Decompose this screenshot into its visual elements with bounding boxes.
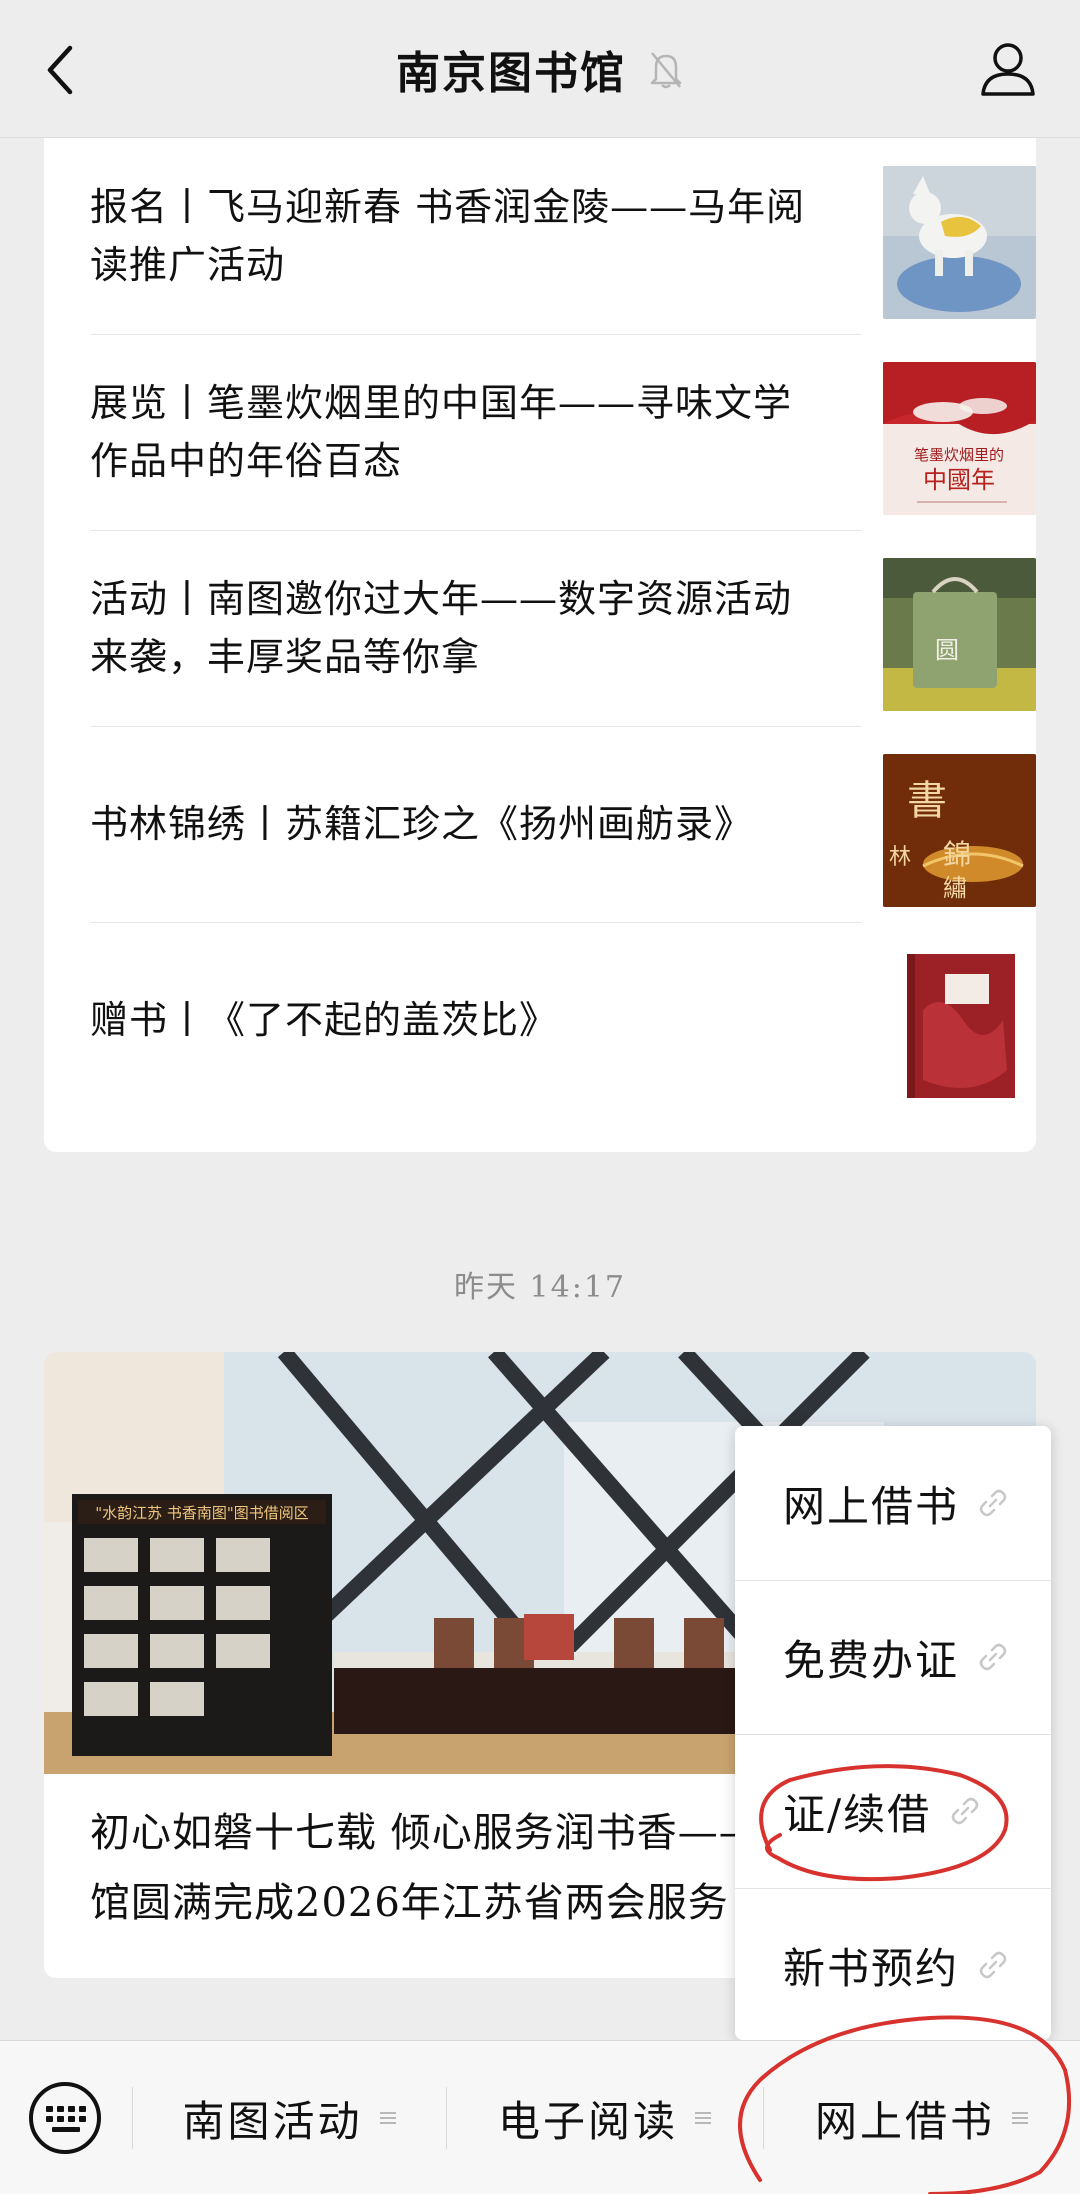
header-bar: 南京图书馆 xyxy=(0,0,1080,138)
menu-tab-online-borrow[interactable]: 网上借书 xyxy=(764,2041,1080,2194)
back-arrow-icon xyxy=(47,45,73,95)
thumb-caption-d: 繡 xyxy=(943,874,967,902)
article-item[interactable]: 赠书丨《了不起的盖茨比》 xyxy=(90,922,1036,1118)
profile-icon xyxy=(981,43,1035,96)
article-title: 赠书丨《了不起的盖茨比》 xyxy=(90,998,559,1042)
article-thumbnail: 書 錦 林 繡 xyxy=(883,754,1036,907)
article-item[interactable]: 报名丨飞马迎新春 书香润金陵——马年阅读推广活动 xyxy=(90,138,1036,334)
bottom-menu-bar: 南图活动 电子阅读 网上借书 xyxy=(0,2040,1080,2194)
menu-tab-label: 南图活动 xyxy=(182,2096,363,2146)
thumb-caption-main: 中國年 xyxy=(923,466,995,494)
news-image-banner: "水韵江苏 书香南图"图书借阅区 xyxy=(95,1504,309,1522)
article-thumbnail: 圆 xyxy=(883,558,1036,711)
thumb-caption-c: 林 xyxy=(889,845,911,870)
chat-page: 南京图书馆 报名丨飞马迎新春 书香润金陵——马年阅读推广活动 展览丨笔墨炊烟里的… xyxy=(0,0,1080,2194)
link-icon xyxy=(979,1951,1007,1979)
submenu-item-label: 新书预约 xyxy=(783,1943,960,1993)
link-icon xyxy=(951,1797,979,1825)
article-item[interactable]: 活动丨南图邀你过大年——数字资源活动来袭，丰厚奖品等你拿 圆 xyxy=(90,530,1036,726)
link-icon xyxy=(979,1489,1007,1517)
menu-tab-ereading[interactable]: 电子阅读 xyxy=(447,2041,763,2194)
menu-lines-icon xyxy=(379,2112,396,2124)
menu-tab-label: 电子阅读 xyxy=(497,2096,678,2146)
submenu-popup: 网上借书 免费办证 证/续借 新书预约 xyxy=(735,1426,1051,2040)
thumb-caption: 圆 xyxy=(935,636,959,664)
profile-button[interactable] xyxy=(978,38,1038,100)
article-title: 书林锦绣丨苏籍汇珍之《扬州画舫录》 xyxy=(90,802,754,846)
bell-muted-icon xyxy=(650,51,682,88)
article-thumbnail xyxy=(883,166,1036,319)
article-title: 报名丨飞马迎新春 书香润金陵——马年阅读推广活动 xyxy=(90,185,806,287)
title-wrap: 南京图书馆 xyxy=(396,37,684,101)
article-title: 展览丨笔墨炊烟里的中国年——寻味文学作品中的年俗百态 xyxy=(90,381,793,483)
submenu-item-online-borrow[interactable]: 网上借书 xyxy=(735,1426,1051,1580)
menu-lines-icon xyxy=(695,2112,711,2124)
menu-tab-activities[interactable]: 南图活动 xyxy=(133,2041,446,2194)
submenu-item-reserve[interactable]: 新书预约 xyxy=(735,1888,1051,2042)
article-title: 活动丨南图邀你过大年——数字资源活动来袭，丰厚奖品等你拿 xyxy=(90,577,793,679)
thumb-caption-a: 書 xyxy=(907,778,947,824)
back-button[interactable] xyxy=(40,40,90,100)
page-title: 南京图书馆 xyxy=(396,47,626,99)
submenu-item-label: 证/续借 xyxy=(783,1789,932,1839)
article-item[interactable]: 书林锦绣丨苏籍汇珍之《扬州画舫录》 書 錦 林 繡 xyxy=(90,726,1036,922)
submenu-item-renew[interactable]: 证/续借 xyxy=(735,1734,1051,1888)
menu-tab-label: 网上借书 xyxy=(814,2096,995,2146)
article-thumbnail: 笔墨炊烟里的 中國年 xyxy=(883,362,1036,515)
keyboard-icon xyxy=(29,2082,101,2154)
link-icon xyxy=(979,1643,1007,1671)
article-list-card: 报名丨飞马迎新春 书香润金陵——马年阅读推广活动 展览丨笔墨炊烟里的中国年——寻… xyxy=(44,138,1036,1152)
submenu-item-label: 免费办证 xyxy=(783,1635,960,1685)
article-thumbnail xyxy=(883,950,1036,1103)
menu-lines-icon xyxy=(1012,2112,1028,2124)
thumb-caption-top: 笔墨炊烟里的 xyxy=(914,446,1004,464)
article-item[interactable]: 展览丨笔墨炊烟里的中国年——寻味文学作品中的年俗百态 笔墨炊烟里的 中國年 xyxy=(90,334,1036,530)
message-timestamp: 昨天 14:17 xyxy=(454,1270,626,1305)
keyboard-toggle-button[interactable] xyxy=(26,2079,104,2157)
thumb-caption-b: 錦 xyxy=(943,838,971,871)
submenu-item-free-card[interactable]: 免费办证 xyxy=(735,1580,1051,1734)
submenu-item-label: 网上借书 xyxy=(783,1481,960,1531)
